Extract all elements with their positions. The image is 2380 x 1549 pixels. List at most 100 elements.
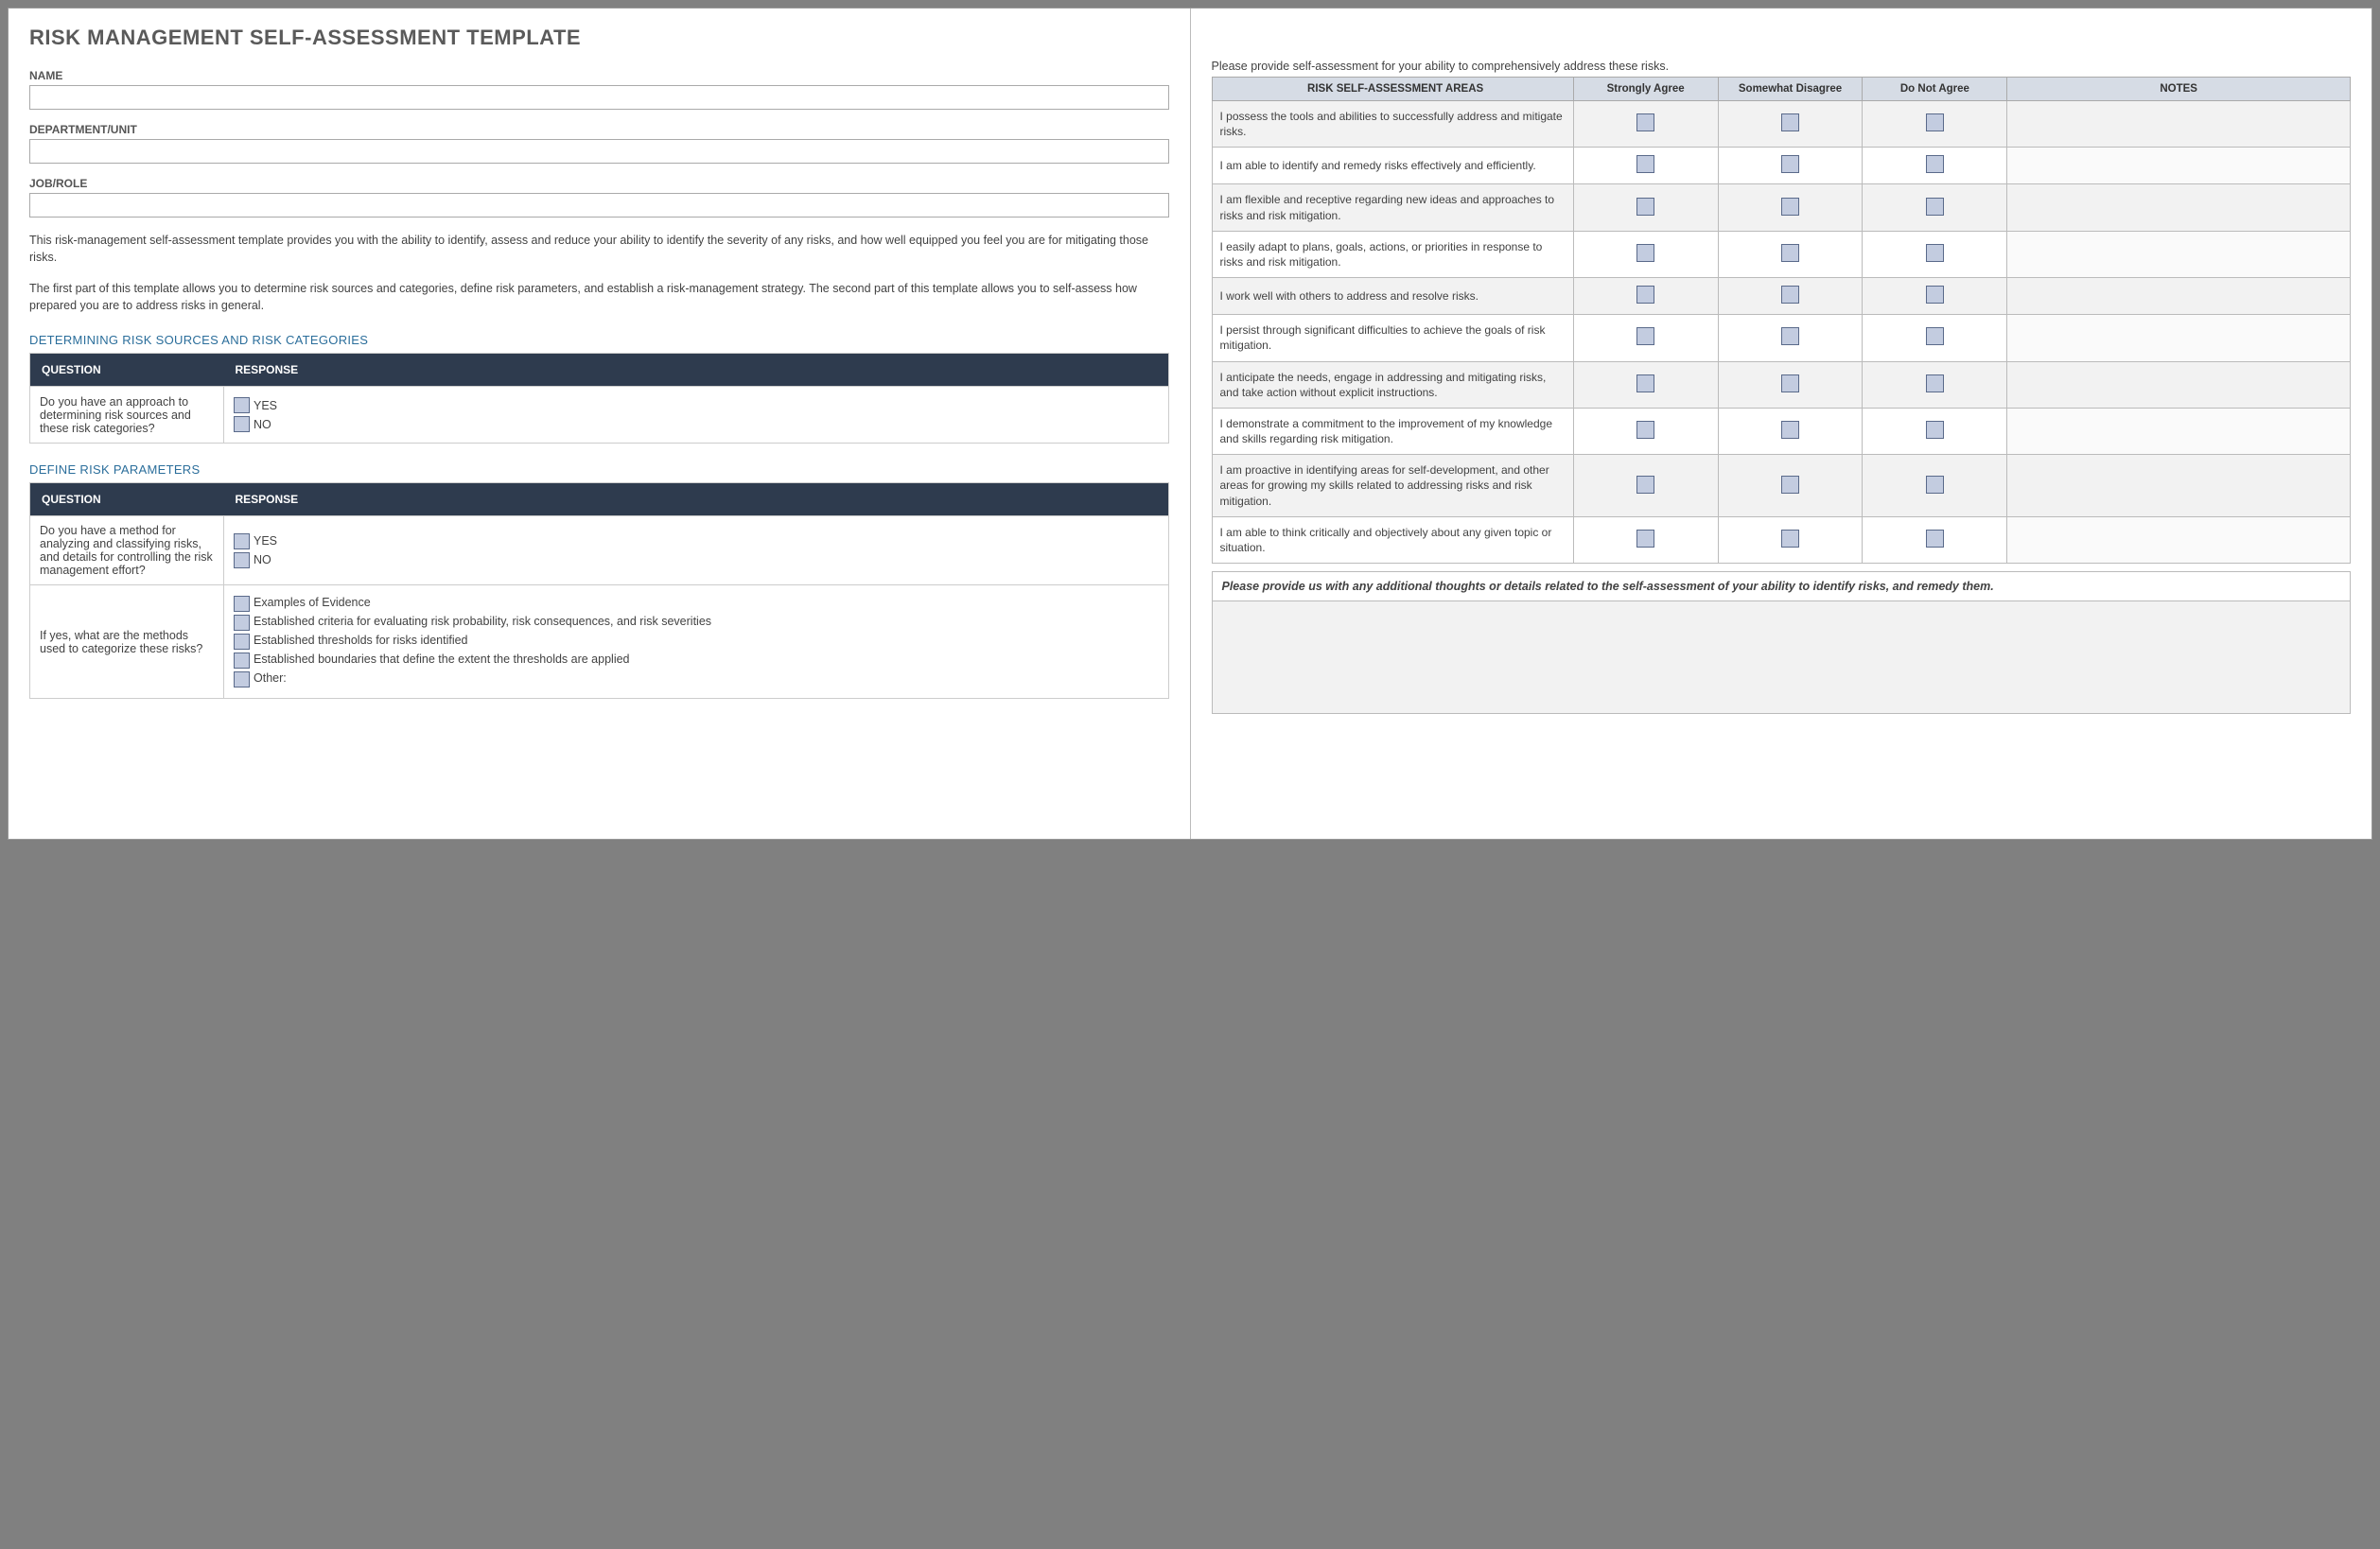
assess-row: I am able to identify and remedy risks e… <box>1212 148 2351 184</box>
assess-row: I am able to think critically and object… <box>1212 516 2351 563</box>
s1-no-checkbox[interactable] <box>234 416 250 432</box>
assess-checkbox[interactable] <box>1781 155 1799 173</box>
intro-paragraph-2: The first part of this template allows y… <box>29 281 1169 314</box>
section2-heading: DEFINE RISK PARAMETERS <box>29 462 1169 477</box>
response-header: RESPONSE <box>224 483 1169 516</box>
section1-heading: DETERMINING RISK SOURCES AND RISK CATEGO… <box>29 333 1169 347</box>
assess-notes-cell[interactable] <box>2007 516 2351 563</box>
s2-q1: Do you have a method for analyzing and c… <box>30 516 224 585</box>
assess-row: I easily adapt to plans, goals, actions,… <box>1212 231 2351 277</box>
assess-checkbox[interactable] <box>1781 198 1799 216</box>
assess-notes-cell[interactable] <box>2007 184 2351 231</box>
col3-header: Do Not Agree <box>1863 78 2007 101</box>
s2q2-opt1-checkbox[interactable] <box>234 615 250 631</box>
assess-checkbox[interactable] <box>1636 113 1654 131</box>
s2q2-opt-label: Established thresholds for risks identif… <box>254 634 468 647</box>
assess-checkbox[interactable] <box>1781 421 1799 439</box>
s2-q2: If yes, what are the methods used to cat… <box>30 585 224 699</box>
assess-checkbox[interactable] <box>1636 244 1654 262</box>
assess-notes-cell[interactable] <box>2007 148 2351 184</box>
assess-notes-cell[interactable] <box>2007 278 2351 315</box>
additional-thoughts-input[interactable] <box>1212 600 2352 714</box>
job-label: JOB/ROLE <box>29 177 1169 190</box>
s2q2-opt-label: Established boundaries that define the e… <box>254 653 630 666</box>
assess-notes-cell[interactable] <box>2007 231 2351 277</box>
assess-area-text: I am flexible and receptive regarding ne… <box>1212 184 1573 231</box>
assess-checkbox[interactable] <box>1926 327 1944 345</box>
question-header: QUESTION <box>30 354 224 387</box>
page-title: RISK MANAGEMENT SELF-ASSESSMENT TEMPLATE <box>29 26 1169 50</box>
s2-q1-response: YES NO <box>224 516 1169 585</box>
assess-checkbox[interactable] <box>1636 530 1654 548</box>
assess-notes-cell[interactable] <box>2007 315 2351 361</box>
assess-checkbox[interactable] <box>1636 421 1654 439</box>
assess-checkbox[interactable] <box>1636 327 1654 345</box>
area-header: RISK SELF-ASSESSMENT AREAS <box>1212 78 1573 101</box>
section2-table: QUESTION RESPONSE Do you have a method f… <box>29 482 1169 699</box>
assess-notes-cell[interactable] <box>2007 361 2351 408</box>
document-page: RISK MANAGEMENT SELF-ASSESSMENT TEMPLATE… <box>8 8 2372 840</box>
s2q2-opt4-checkbox[interactable] <box>234 671 250 687</box>
name-input[interactable] <box>29 85 1169 110</box>
dept-label: DEPARTMENT/UNIT <box>29 123 1169 136</box>
assess-area-text: I possess the tools and abilities to suc… <box>1212 101 1573 148</box>
notes-header: NOTES <box>2007 78 2351 101</box>
assess-checkbox[interactable] <box>1926 374 1944 392</box>
assess-notes-cell[interactable] <box>2007 455 2351 517</box>
assess-area-text: I work well with others to address and r… <box>1212 278 1573 315</box>
assess-checkbox[interactable] <box>1781 476 1799 494</box>
s2-q2-response: Examples of EvidenceEstablished criteria… <box>224 585 1169 699</box>
assess-notes-cell[interactable] <box>2007 101 2351 148</box>
right-column: Please provide self-assessment for your … <box>1191 9 2372 839</box>
assess-row: I possess the tools and abilities to suc… <box>1212 101 2351 148</box>
s2q2-opt2-checkbox[interactable] <box>234 634 250 650</box>
assess-checkbox[interactable] <box>1636 374 1654 392</box>
assess-checkbox[interactable] <box>1781 244 1799 262</box>
question-header: QUESTION <box>30 483 224 516</box>
assess-checkbox[interactable] <box>1636 476 1654 494</box>
assess-checkbox[interactable] <box>1926 530 1944 548</box>
assess-checkbox[interactable] <box>1636 286 1654 304</box>
assess-checkbox[interactable] <box>1926 198 1944 216</box>
assess-area-text: I am able to identify and remedy risks e… <box>1212 148 1573 184</box>
assess-checkbox[interactable] <box>1926 421 1944 439</box>
col1-header: Strongly Agree <box>1573 78 1718 101</box>
s2q2-opt0-checkbox[interactable] <box>234 596 250 612</box>
dept-input[interactable] <box>29 139 1169 164</box>
assess-checkbox[interactable] <box>1636 198 1654 216</box>
assessment-table: RISK SELF-ASSESSMENT AREAS Strongly Agre… <box>1212 77 2352 564</box>
assess-row: I persist through significant difficulti… <box>1212 315 2351 361</box>
s1-yes-checkbox[interactable] <box>234 397 250 413</box>
assess-checkbox[interactable] <box>1926 476 1944 494</box>
assess-checkbox[interactable] <box>1781 286 1799 304</box>
section1-table: QUESTION RESPONSE Do you have an approac… <box>29 353 1169 444</box>
assess-checkbox[interactable] <box>1636 155 1654 173</box>
assess-checkbox[interactable] <box>1926 286 1944 304</box>
assess-checkbox[interactable] <box>1926 155 1944 173</box>
job-input[interactable] <box>29 193 1169 218</box>
assess-area-text: I am able to think critically and object… <box>1212 516 1573 563</box>
s2q2-opt-label: Established criteria for evaluating risk… <box>254 615 711 628</box>
name-label: NAME <box>29 69 1169 82</box>
assess-area-text: I anticipate the needs, engage in addres… <box>1212 361 1573 408</box>
assess-area-text: I am proactive in identifying areas for … <box>1212 455 1573 517</box>
yes-label: YES <box>254 399 277 412</box>
assess-checkbox[interactable] <box>1781 530 1799 548</box>
response-header: RESPONSE <box>224 354 1169 387</box>
assess-checkbox[interactable] <box>1781 374 1799 392</box>
assess-checkbox[interactable] <box>1781 327 1799 345</box>
assess-checkbox[interactable] <box>1781 113 1799 131</box>
assess-row: I am flexible and receptive regarding ne… <box>1212 184 2351 231</box>
yes-label: YES <box>254 534 277 548</box>
assess-notes-cell[interactable] <box>2007 408 2351 454</box>
left-column: RISK MANAGEMENT SELF-ASSESSMENT TEMPLATE… <box>9 9 1191 839</box>
s2q2-opt3-checkbox[interactable] <box>234 653 250 669</box>
s1-question: Do you have an approach to determining r… <box>30 387 224 444</box>
s2q2-opt-label: Other: <box>254 671 287 685</box>
assess-checkbox[interactable] <box>1926 244 1944 262</box>
assess-row: I work well with others to address and r… <box>1212 278 2351 315</box>
s2q1-no-checkbox[interactable] <box>234 552 250 568</box>
s2q1-yes-checkbox[interactable] <box>234 533 250 549</box>
assess-row: I demonstrate a commitment to the improv… <box>1212 408 2351 454</box>
assess-checkbox[interactable] <box>1926 113 1944 131</box>
